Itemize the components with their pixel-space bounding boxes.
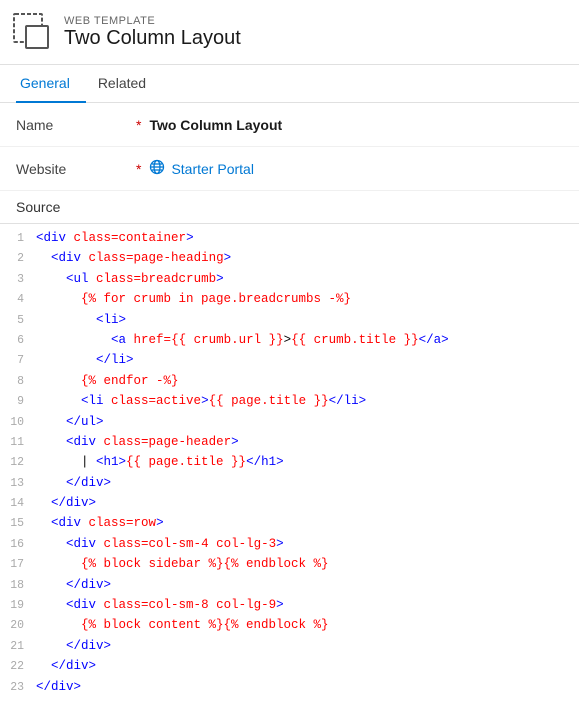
line-content: </div> bbox=[36, 656, 96, 676]
line-content: <div class=col-sm-8 col-lg-9> bbox=[36, 595, 284, 615]
tab-related[interactable]: Related bbox=[94, 65, 162, 103]
code-line: 21 </div> bbox=[0, 636, 579, 656]
header-subtitle: WEB TEMPLATE bbox=[64, 15, 241, 27]
form-row-name: Name * Two Column Layout bbox=[0, 103, 579, 147]
line-number: 10 bbox=[8, 414, 36, 432]
line-number: 16 bbox=[8, 536, 36, 554]
line-number: 8 bbox=[8, 373, 36, 391]
line-number: 17 bbox=[8, 556, 36, 574]
code-line: 4 {% for crumb in page.breadcrumbs -%} bbox=[0, 289, 579, 309]
line-number: 19 bbox=[8, 597, 36, 615]
line-content: </div> bbox=[36, 575, 111, 595]
code-line: 17 {% block sidebar %}{% endblock %} bbox=[0, 554, 579, 574]
line-content: <li class=active>{{ page.title }}</li> bbox=[36, 391, 366, 411]
name-label: Name bbox=[16, 117, 136, 133]
line-content: {% block content %}{% endblock %} bbox=[36, 615, 329, 635]
line-number: 15 bbox=[8, 515, 36, 533]
name-value: Two Column Layout bbox=[149, 117, 282, 133]
header-text: WEB TEMPLATE Two Column Layout bbox=[64, 15, 241, 50]
line-content: {% endfor -%} bbox=[36, 371, 179, 391]
website-value: Starter Portal bbox=[171, 161, 253, 177]
line-content: {% for crumb in page.breadcrumbs -%} bbox=[36, 289, 351, 309]
line-number: 21 bbox=[8, 638, 36, 656]
code-line: 12 | <h1>{{ page.title }}</h1> bbox=[0, 452, 579, 472]
line-number: 12 bbox=[8, 454, 36, 472]
header-title: Two Column Layout bbox=[64, 27, 241, 50]
line-content: {% block sidebar %}{% endblock %} bbox=[36, 554, 329, 574]
line-content: <div class=container> bbox=[36, 228, 194, 248]
tabs-bar: General Related bbox=[0, 65, 579, 103]
code-line: 14 </div> bbox=[0, 493, 579, 513]
line-content: | <h1>{{ page.title }}</h1> bbox=[36, 452, 284, 472]
line-number: 23 bbox=[8, 679, 36, 697]
line-content: <div class=row> bbox=[36, 513, 164, 533]
code-line: 20 {% block content %}{% endblock %} bbox=[0, 615, 579, 635]
line-number: 3 bbox=[8, 271, 36, 289]
website-required: * bbox=[136, 161, 141, 177]
line-number: 13 bbox=[8, 475, 36, 493]
code-line: 8 {% endfor -%} bbox=[0, 371, 579, 391]
code-line: 18 </div> bbox=[0, 575, 579, 595]
line-content: </div> bbox=[36, 636, 111, 656]
line-number: 4 bbox=[8, 291, 36, 309]
line-content: <li> bbox=[36, 310, 126, 330]
line-content: </div> bbox=[36, 493, 96, 513]
line-content: </ul> bbox=[36, 412, 104, 432]
tab-general[interactable]: General bbox=[16, 65, 86, 103]
source-header: Source bbox=[0, 191, 579, 224]
code-line: 6 <a href={{ crumb.url }}>{{ crumb.title… bbox=[0, 330, 579, 350]
code-line: 10 </ul> bbox=[0, 412, 579, 432]
code-line: 22 </div> bbox=[0, 656, 579, 676]
form-row-website: Website * Starter Portal bbox=[0, 147, 579, 191]
code-line: 7 </li> bbox=[0, 350, 579, 370]
code-line: 3 <ul class=breadcrumb> bbox=[0, 269, 579, 289]
line-number: 7 bbox=[8, 352, 36, 370]
line-content: <div class=page-header> bbox=[36, 432, 239, 452]
code-line: 11 <div class=page-header> bbox=[0, 432, 579, 452]
line-content: <a href={{ crumb.url }}>{{ crumb.title }… bbox=[36, 330, 449, 350]
line-number: 11 bbox=[8, 434, 36, 452]
code-line: 13 </div> bbox=[0, 473, 579, 493]
website-link[interactable]: Starter Portal bbox=[149, 159, 253, 178]
line-content: <ul class=breadcrumb> bbox=[36, 269, 224, 289]
line-content: </div> bbox=[36, 473, 111, 493]
form-area: Name * Two Column Layout Website * Start… bbox=[0, 103, 579, 191]
code-line: 5 <li> bbox=[0, 310, 579, 330]
line-number: 18 bbox=[8, 577, 36, 595]
line-number: 2 bbox=[8, 250, 36, 268]
line-content: <div class=page-heading> bbox=[36, 248, 231, 268]
code-line: 23</div> bbox=[0, 677, 579, 697]
line-number: 1 bbox=[8, 230, 36, 248]
code-line: 1<div class=container> bbox=[0, 228, 579, 248]
code-line: 9 <li class=active>{{ page.title }}</li> bbox=[0, 391, 579, 411]
website-label: Website bbox=[16, 161, 136, 177]
line-content: </div> bbox=[36, 677, 81, 697]
line-number: 6 bbox=[8, 332, 36, 350]
code-area[interactable]: 1<div class=container>2 <div class=page-… bbox=[0, 224, 579, 701]
line-number: 20 bbox=[8, 617, 36, 635]
name-required: * bbox=[136, 117, 141, 133]
line-number: 9 bbox=[8, 393, 36, 411]
line-content: <div class=col-sm-4 col-lg-3> bbox=[36, 534, 284, 554]
line-number: 22 bbox=[8, 658, 36, 676]
line-number: 5 bbox=[8, 312, 36, 330]
code-line: 16 <div class=col-sm-4 col-lg-3> bbox=[0, 534, 579, 554]
web-template-icon bbox=[12, 12, 52, 52]
code-line: 2 <div class=page-heading> bbox=[0, 248, 579, 268]
code-line: 15 <div class=row> bbox=[0, 513, 579, 533]
globe-icon bbox=[149, 159, 165, 178]
line-number: 14 bbox=[8, 495, 36, 513]
line-content: </li> bbox=[36, 350, 134, 370]
code-line: 19 <div class=col-sm-8 col-lg-9> bbox=[0, 595, 579, 615]
page-header: WEB TEMPLATE Two Column Layout bbox=[0, 0, 579, 65]
